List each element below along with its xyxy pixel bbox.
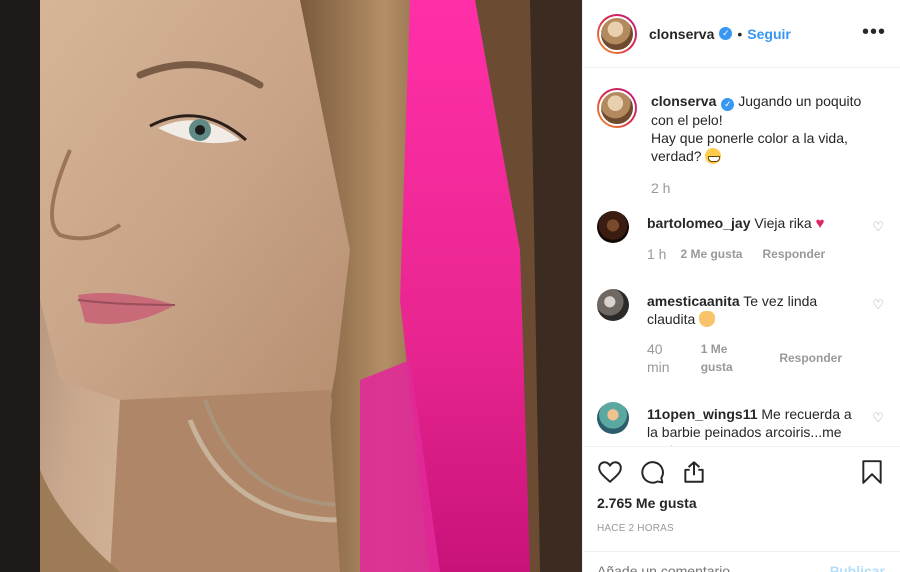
post-timestamp[interactable]: HACE 2 HORAS — [597, 523, 885, 534]
commenter-avatar[interactable] — [597, 211, 629, 243]
comment: amesticaanita Te vez linda claudita 40 m… — [597, 289, 884, 376]
post-side-panel: clonserva ✓ • Seguir ••• clonserva ✓ Juga… — [582, 0, 900, 572]
like-comment-heart-icon[interactable]: ♡ — [872, 410, 884, 426]
verified-badge-icon: ✓ — [721, 98, 735, 111]
like-comment-heart-icon[interactable]: ♡ — [872, 219, 884, 235]
post-header: clonserva ✓ • Seguir ••• — [583, 0, 900, 68]
author-avatar[interactable] — [597, 13, 637, 54]
reply-button[interactable]: Responder — [779, 349, 842, 367]
reply-button[interactable]: Responder — [762, 245, 825, 263]
comment-username[interactable]: 11open_wings11 — [647, 406, 758, 422]
like-heart-icon[interactable] — [597, 459, 623, 485]
comment-bubble-icon[interactable] — [639, 459, 665, 485]
like-comment-heart-icon[interactable]: ♡ — [872, 297, 884, 313]
action-bar: 2.765 Me gusta HACE 2 HORAS Publicar — [583, 446, 900, 572]
comment-text: Vieja rika — [754, 215, 812, 231]
add-comment-bar: Publicar — [583, 551, 900, 572]
comment-likes[interactable]: 1 Me gusta — [701, 340, 760, 376]
post-photo[interactable] — [0, 0, 582, 572]
comment-time[interactable]: 40 min — [647, 340, 687, 376]
caption-avatar[interactable] — [597, 88, 637, 128]
author-username[interactable]: clonserva — [649, 26, 714, 42]
comment-username[interactable]: bartolomeo_jay — [647, 215, 750, 231]
caption-text-2: Hay que ponerle color a la vida, verdad? — [651, 130, 848, 164]
caption: clonserva ✓ Jugando un poquito con el pel… — [597, 88, 884, 197]
red-heart-emoji-icon: ♥ — [815, 215, 825, 232]
instagram-post: clonserva ✓ • Seguir ••• clonserva ✓ Juga… — [0, 0, 900, 572]
comment: bartolomeo_jay Vieja rika ♥ 1 h 2 Me gus… — [597, 211, 884, 263]
caption-username[interactable]: clonserva — [651, 93, 716, 109]
comment-username[interactable]: amesticaanita — [647, 293, 740, 309]
follow-button[interactable]: Seguir — [747, 26, 791, 42]
share-icon[interactable] — [681, 459, 707, 485]
verified-badge-icon: ✓ — [719, 27, 733, 40]
comments-list: clonserva ✓ Jugando un poquito con el pel… — [583, 68, 900, 446]
comment-likes[interactable]: 2 Me gusta — [680, 245, 742, 263]
publish-button[interactable]: Publicar — [830, 563, 885, 572]
clapping-hands-emoji-icon — [699, 311, 716, 327]
likes-count[interactable]: 2.765 Me gusta — [597, 495, 885, 511]
comment-input[interactable] — [597, 563, 830, 572]
save-bookmark-icon[interactable] — [859, 459, 885, 485]
commenter-avatar[interactable] — [597, 402, 629, 434]
comment-time[interactable]: 1 h — [647, 245, 666, 263]
commenter-avatar[interactable] — [597, 289, 629, 321]
separator-dot: • — [737, 25, 743, 42]
portrait-illustration — [0, 0, 582, 572]
grinning-emoji-icon — [705, 148, 722, 164]
comment: 11open_wings11 Me recuerda a la barbie p… — [597, 402, 884, 446]
caption-time[interactable]: 2 h — [651, 179, 670, 197]
more-options-icon[interactable]: ••• — [862, 22, 886, 42]
